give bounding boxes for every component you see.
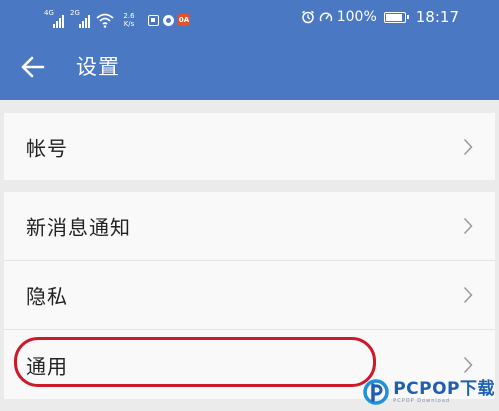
status-right: 100% 18:17 xyxy=(301,7,459,27)
settings-group-account: 帐号 xyxy=(4,113,495,180)
settings-item-privacy[interactable]: 隐私 xyxy=(4,261,495,330)
speed-icon xyxy=(319,12,332,22)
settings-item-account[interactable]: 帐号 xyxy=(4,113,495,180)
chevron-right-icon xyxy=(463,286,473,304)
chevron-right-icon xyxy=(463,356,473,374)
settings-group-main: 新消息通知 隐私 通用 xyxy=(4,192,495,399)
settings-item-label: 通用 xyxy=(26,354,68,378)
settings-item-label: 隐私 xyxy=(26,284,68,309)
net-speed-value: 2.6 xyxy=(123,12,135,20)
clock: 18:17 xyxy=(415,8,459,26)
watermark-main: PCPOP下载 xyxy=(393,379,495,399)
signal-icon: 2G xyxy=(70,9,90,28)
watermark: PCPOP下载 PCPOP Download xyxy=(363,379,495,405)
status-bar: 4G 2G 2.6 K/s 0A 100% 18:17 xyxy=(0,0,499,34)
notification-icons: 0A xyxy=(148,12,190,28)
back-arrow-icon xyxy=(21,56,45,78)
settings-item-label: 新消息通知 xyxy=(26,215,131,240)
app-bar: 设置 xyxy=(0,34,499,100)
battery-fill xyxy=(385,13,402,21)
settings-screen: 4G 2G 2.6 K/s 0A 100% 18:17 设置 帐号 新消息通知 … xyxy=(0,0,499,411)
battery-icon xyxy=(383,11,409,23)
watermark-text: PCPOP下载 PCPOP Download xyxy=(393,380,495,404)
status-left: 4G 2G 2.6 K/s 0A xyxy=(44,6,190,28)
settings-item-label: 帐号 xyxy=(26,136,68,160)
app-notification-icon: 0A xyxy=(178,14,190,26)
net-speed: 2.6 K/s xyxy=(120,12,138,28)
sim2-tag: 2G xyxy=(70,9,80,17)
wifi-icon xyxy=(96,13,114,28)
pcpop-logo-icon xyxy=(363,379,389,405)
net-speed-unit: K/s xyxy=(123,20,135,28)
notification-icon xyxy=(148,14,159,26)
watermark-sub: PCPOP Download xyxy=(393,398,451,404)
settings-item-notifications[interactable]: 新消息通知 xyxy=(4,192,495,261)
circle-icon xyxy=(163,14,174,26)
signal-icon: 4G xyxy=(44,9,64,28)
chevron-right-icon xyxy=(463,217,473,235)
alarm-icon xyxy=(301,10,314,24)
page-title: 设置 xyxy=(76,55,120,79)
sim1-tag: 4G xyxy=(44,9,54,17)
chevron-right-icon xyxy=(463,138,473,156)
battery-percent: 100% xyxy=(336,9,377,25)
back-button[interactable] xyxy=(18,52,48,82)
